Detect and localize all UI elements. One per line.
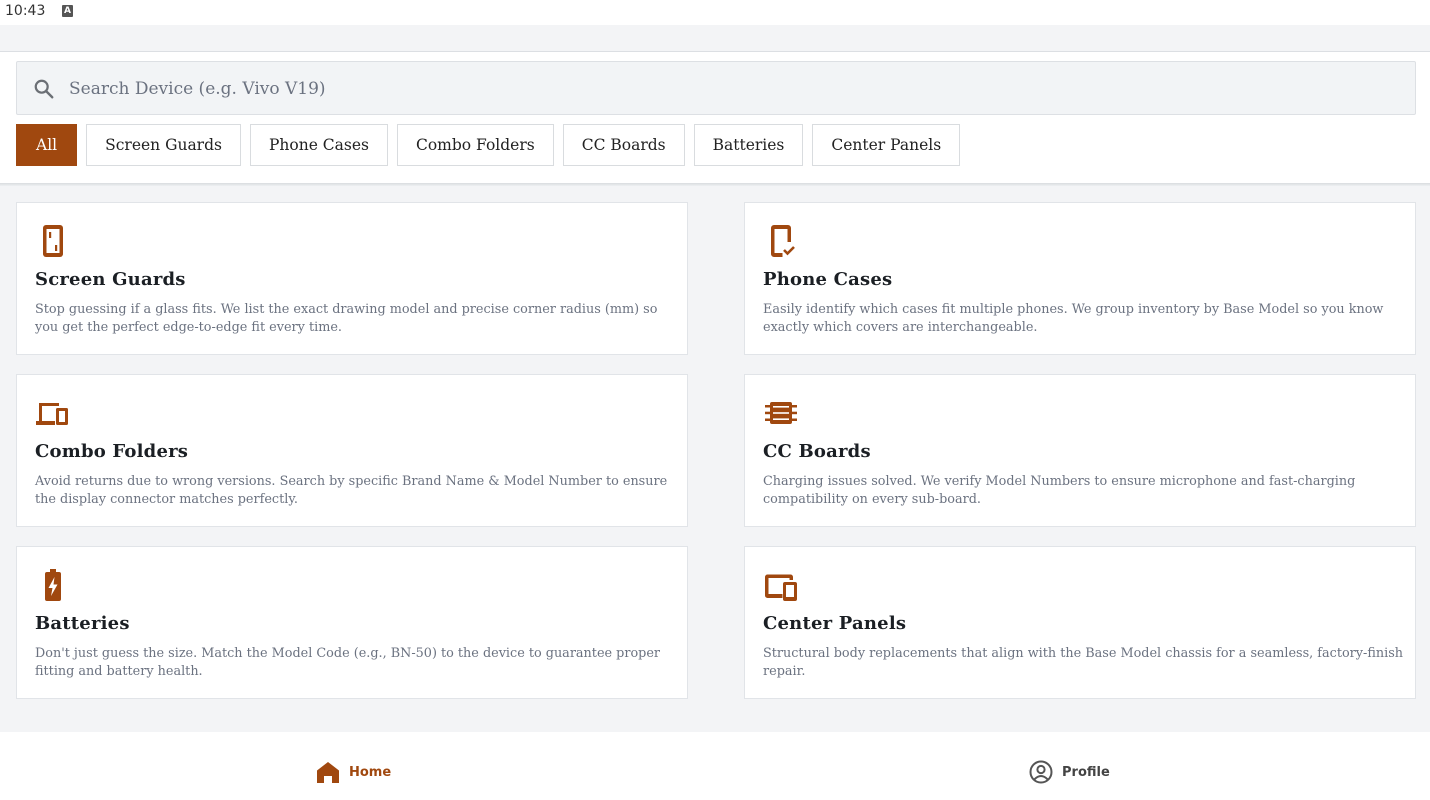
chip-all[interactable]: All: [16, 124, 78, 166]
card-title: Screen Guards: [35, 269, 186, 290]
top-bar: [0, 25, 1430, 52]
search-bar[interactable]: [16, 61, 1416, 115]
status-indicator-icon: A: [62, 5, 73, 17]
chip-cc-boards[interactable]: CC Boards: [562, 124, 685, 166]
chip-combo-folders[interactable]: Combo Folders: [396, 124, 554, 166]
devices-icon: [36, 403, 68, 425]
chip-screen-guards[interactable]: Screen Guards: [86, 124, 241, 166]
chip-phone-cases[interactable]: Phone Cases: [249, 124, 388, 166]
card-title: Phone Cases: [763, 269, 893, 290]
card-description: Don't just guess the size. Match the Mod…: [35, 646, 661, 679]
bottom-navigation: Home Profile: [0, 732, 1430, 800]
phone-check-icon: [771, 225, 795, 257]
status-time: 10:43: [5, 3, 46, 19]
chip-board-icon: [765, 402, 797, 424]
nav-profile[interactable]: Profile: [1028, 758, 1110, 786]
chip-center-panels[interactable]: Center Panels: [812, 124, 961, 166]
phone-outline-icon: [43, 225, 63, 257]
card-description: Structural body replacements that align …: [763, 646, 1404, 679]
card-title: CC Boards: [763, 441, 871, 462]
card-title: Center Panels: [763, 613, 907, 634]
card-description: Avoid returns due to wrong versions. Sea…: [35, 474, 668, 507]
card-cc-boards[interactable]: CC Boards Charging issues solved. We ver…: [744, 374, 1416, 527]
nav-home[interactable]: Home: [315, 758, 391, 786]
card-description: Easily identify which cases fit multiple…: [763, 302, 1384, 335]
status-bar: 10:43 A: [0, 0, 1430, 25]
battery-charging-icon: [45, 569, 61, 601]
chip-batteries[interactable]: Batteries: [693, 124, 804, 166]
tablet-phone-icon: [765, 574, 797, 601]
card-title: Batteries: [35, 613, 130, 634]
search-icon: [34, 79, 54, 99]
card-title: Combo Folders: [35, 441, 189, 462]
card-center-panels[interactable]: Center Panels Structural body replacemen…: [744, 546, 1416, 699]
card-batteries[interactable]: Batteries Don't just guess the size. Mat…: [16, 546, 688, 699]
home-icon: [317, 762, 339, 783]
search-input[interactable]: [69, 72, 1369, 106]
category-grid: Screen Guards Stop guessing if a glass f…: [0, 186, 1430, 732]
card-screen-guards[interactable]: Screen Guards Stop guessing if a glass f…: [16, 202, 688, 355]
nav-label: Profile: [1062, 764, 1110, 780]
card-description: Charging issues solved. We verify Model …: [763, 474, 1356, 507]
card-combo-folders[interactable]: Combo Folders Avoid returns due to wrong…: [16, 374, 688, 527]
card-description: Stop guessing if a glass fits. We list t…: [35, 302, 658, 335]
filter-chips: All Screen Guards Phone Cases Combo Fold…: [16, 124, 961, 166]
profile-icon: [1029, 760, 1053, 784]
nav-label: Home: [349, 764, 392, 780]
card-phone-cases[interactable]: Phone Cases Easily identify which cases …: [744, 202, 1416, 355]
